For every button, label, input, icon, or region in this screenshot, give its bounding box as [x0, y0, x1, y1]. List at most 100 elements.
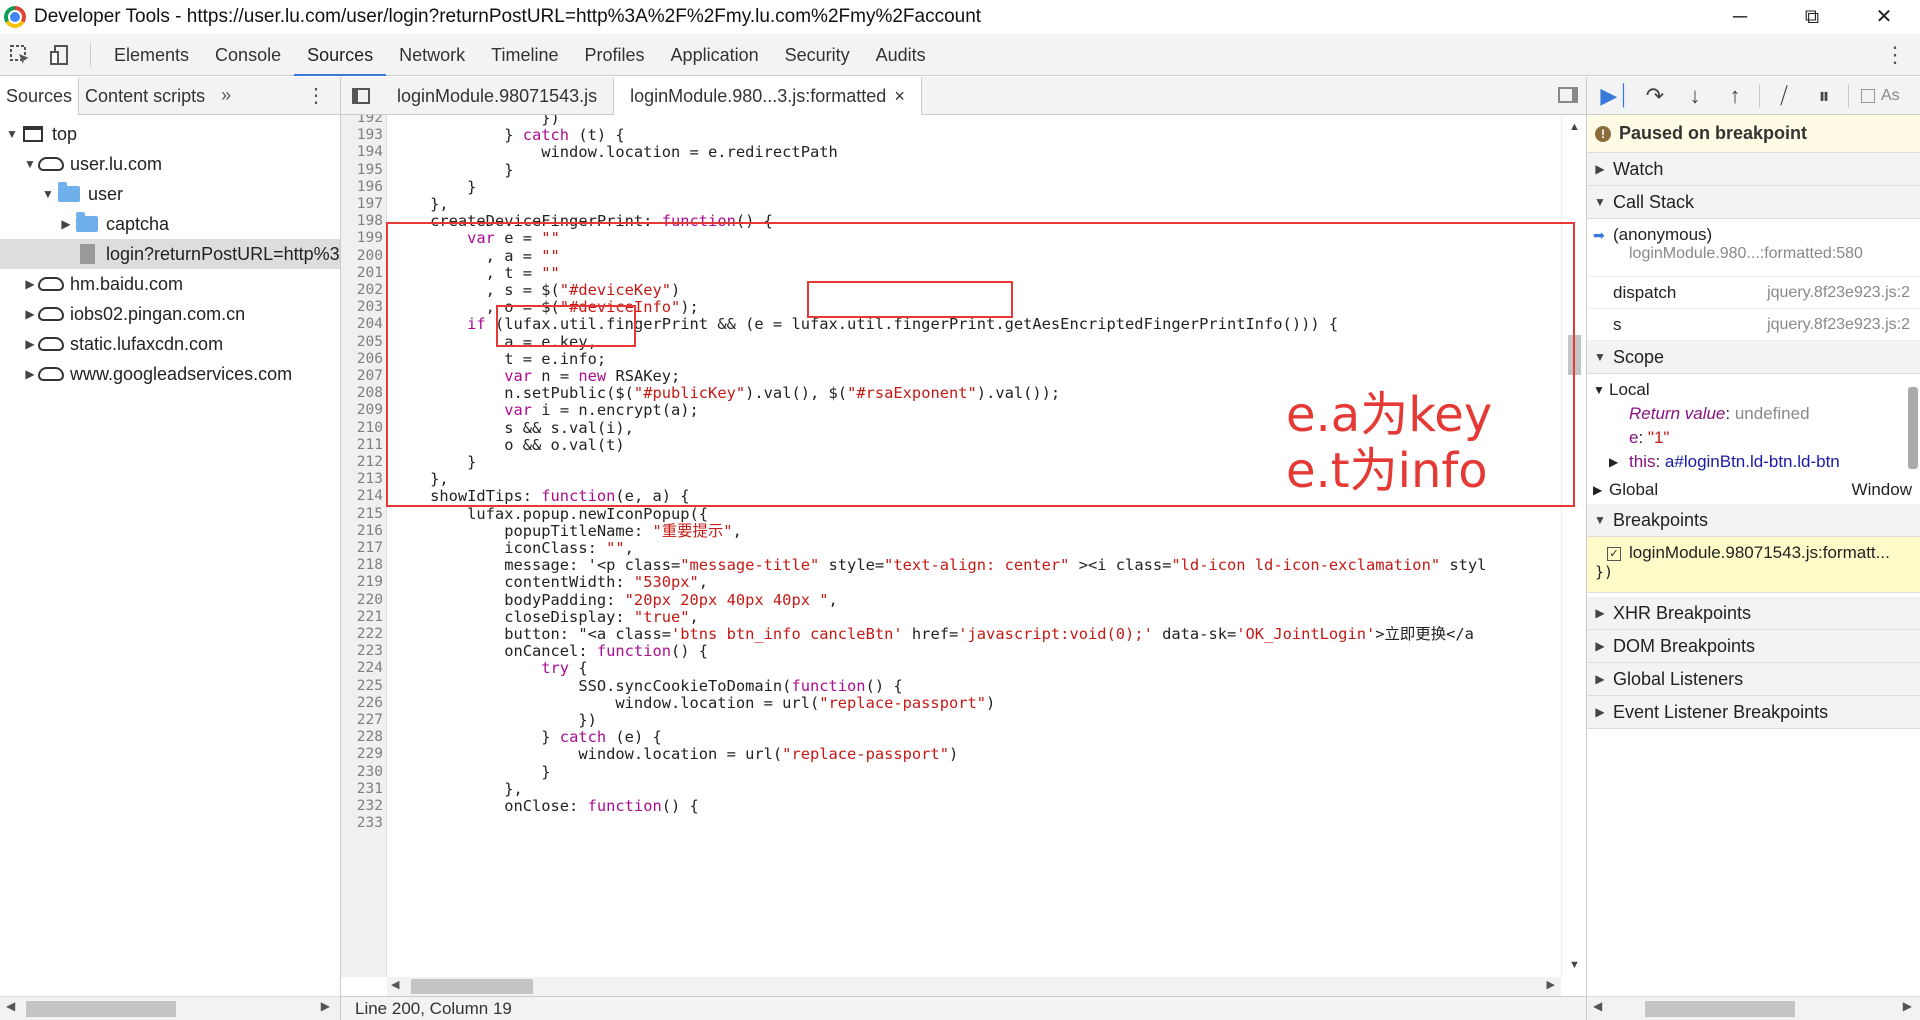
breakpoints-section-header[interactable]: ▼ Breakpoints — [1587, 504, 1920, 537]
scroll-right-icon[interactable]: ▶ — [1903, 999, 1912, 1013]
tree-item[interactable]: ▶ captcha — [0, 209, 340, 239]
tree-item[interactable]: ▶ www.googleadservices.com — [0, 359, 340, 389]
editor-horizontal-scrollbar[interactable]: ◀ ▶ — [387, 977, 1561, 996]
inspect-element-icon[interactable] — [0, 35, 40, 75]
navigator-horizontal-scrollbar[interactable]: ◀ ▶ — [0, 996, 340, 1020]
tree-item-label: hm.baidu.com — [70, 273, 184, 294]
cloud-icon — [38, 157, 64, 171]
watch-section-header[interactable]: ▶ Watch — [1587, 153, 1920, 186]
tab-timeline[interactable]: Timeline — [478, 34, 571, 76]
event-listener-breakpoints-header[interactable]: ▶ Event Listener Breakpoints — [1587, 696, 1920, 729]
scroll-up-icon[interactable]: ▲ — [1569, 121, 1580, 133]
var-separator: : — [1638, 428, 1648, 447]
tree-item[interactable]: ▶ iobs02.pingan.com.cn — [0, 299, 340, 329]
async-checkbox[interactable]: As — [1853, 87, 1900, 105]
scroll-left-icon[interactable]: ◀ — [1593, 999, 1602, 1013]
tree-item[interactable]: ▼ top — [0, 119, 340, 149]
tree-item[interactable]: ▶ hm.baidu.com — [0, 269, 340, 299]
global-listeners-label: Global Listeners — [1613, 668, 1744, 689]
tab-sources[interactable]: Sources — [294, 34, 387, 76]
scroll-right-icon[interactable]: ▶ — [321, 999, 330, 1013]
cloud-icon — [38, 277, 64, 291]
xhr-breakpoints-header[interactable]: ▶ XHR Breakpoints — [1587, 597, 1920, 630]
tree-item[interactable]: ▼ user.lu.com — [0, 149, 340, 179]
tab-application[interactable]: Application — [658, 34, 772, 76]
call-stack-section-header[interactable]: ▼ Call Stack — [1587, 186, 1920, 219]
minimize-icon[interactable]: ─ — [1704, 0, 1776, 34]
tab-security[interactable]: Security — [772, 34, 863, 76]
scroll-left-icon[interactable]: ◀ — [391, 978, 399, 991]
device-mode-icon[interactable] — [40, 35, 80, 75]
scope-section-header[interactable]: ▼ Scope — [1587, 341, 1920, 374]
breakpoint-checkbox[interactable]: ✓ — [1607, 546, 1621, 561]
call-frame-selected[interactable]: ➡ (anonymous) loginModule.980...:formatt… — [1587, 219, 1920, 277]
scope-var-return[interactable]: Return value: undefined — [1593, 402, 1920, 426]
breakpoint-item[interactable]: ✓ loginModule.98071543.js:formatt... }) — [1587, 537, 1920, 593]
scrollbar-thumb[interactable] — [1568, 335, 1581, 375]
call-frame[interactable]: dispatch jquery.8f23e923.js:2 — [1587, 277, 1920, 309]
navigator-menu-icon[interactable]: ⋮ — [306, 83, 326, 108]
scroll-right-icon[interactable]: ▶ — [1547, 978, 1555, 991]
scrollbar-thumb[interactable] — [26, 1001, 176, 1017]
tab-network[interactable]: Network — [386, 34, 478, 76]
step-out-icon[interactable]: ↑ — [1715, 77, 1755, 115]
tab-console[interactable]: Console — [202, 34, 294, 76]
step-into-icon[interactable]: ↓ — [1675, 77, 1715, 115]
tab-audits[interactable]: Audits — [863, 34, 939, 76]
collapsed-triangle-icon[interactable]: ▶ — [22, 337, 38, 351]
navigator-panel: Sources Content scripts » ⋮ ▼ top ▼ user.lu… — [0, 76, 341, 1020]
more-tabs-icon[interactable]: » — [211, 85, 241, 106]
expanded-triangle-icon: ▼ — [1593, 383, 1605, 397]
collapsed-triangle-icon[interactable]: ▶ — [22, 307, 38, 321]
scrollbar-thumb[interactable] — [1645, 1001, 1795, 1017]
maximize-icon[interactable]: ⧉ — [1776, 0, 1848, 34]
scope-local[interactable]: ▼ Local — [1593, 378, 1920, 402]
paused-text: Paused on breakpoint — [1619, 123, 1808, 143]
call-frame[interactable]: s jquery.8f23e923.js:2 — [1587, 309, 1920, 341]
scope-global[interactable]: ▶ Global Window — [1593, 478, 1920, 502]
debugger-horizontal-scrollbar[interactable]: ◀ ▶ — [1587, 996, 1920, 1020]
editor-tab-file[interactable]: loginModule.98071543.js — [381, 76, 615, 115]
toggle-navigator-icon[interactable] — [341, 77, 381, 115]
scope-var-e[interactable]: e: "1" — [1593, 426, 1920, 450]
editor-tab-formatted[interactable]: loginModule.980...3.js:formatted × — [614, 76, 922, 115]
collapsed-triangle-icon[interactable]: ▶ — [58, 217, 74, 231]
scrollbar-thumb[interactable] — [411, 979, 533, 994]
local-label: Local — [1609, 380, 1650, 399]
tree-item[interactable]: ▶ static.lufaxcdn.com — [0, 329, 340, 359]
more-options-icon[interactable]: ⋮ — [1884, 34, 1906, 76]
debugger-sidebar: ▶⏐ ↷ ↓ ↑ ⧸ ⏸ As ! Paused on breakpoint ▶… — [1586, 77, 1920, 1020]
scroll-left-icon[interactable]: ◀ — [6, 999, 15, 1013]
close-tab-icon[interactable]: × — [894, 86, 905, 106]
global-value: Window — [1851, 480, 1912, 499]
step-over-icon[interactable]: ↷ — [1635, 77, 1675, 115]
scroll-down-icon[interactable]: ▼ — [1569, 959, 1580, 971]
tab-profiles[interactable]: Profiles — [572, 34, 658, 76]
deactivate-breakpoints-icon[interactable]: ⧸ — [1764, 77, 1804, 115]
code-view[interactable]: 192 }) 193 } catch (t) {194 window.locati… — [341, 115, 1561, 977]
pause-on-exceptions-icon[interactable]: ⏸ — [1804, 77, 1844, 115]
tree-item[interactable]: login?returnPostURL=http%3 — [0, 239, 340, 269]
expanded-triangle-icon[interactable]: ▼ — [40, 187, 56, 201]
tab-sources[interactable]: Sources — [0, 76, 80, 115]
dom-breakpoints-header[interactable]: ▶ DOM Breakpoints — [1587, 630, 1920, 663]
expanded-triangle-icon: ▼ — [1594, 195, 1606, 209]
tab-content-scripts[interactable]: Content scripts — [79, 77, 211, 115]
line-number[interactable]: 233 — [341, 813, 383, 834]
global-listeners-header[interactable]: ▶ Global Listeners — [1587, 663, 1920, 696]
info-icon: ! — [1595, 125, 1611, 142]
xhr-breakpoints-label: XHR Breakpoints — [1613, 602, 1752, 623]
editor-status-bar: Line 200, Column 19 — [341, 996, 1586, 1020]
debugger-scrollbar-thumb[interactable] — [1908, 387, 1918, 469]
collapsed-triangle-icon[interactable]: ▶ — [22, 277, 38, 291]
collapsed-triangle-icon[interactable]: ▶ — [22, 367, 38, 381]
tab-elements[interactable]: Elements — [101, 34, 202, 76]
tree-item[interactable]: ▼ user — [0, 179, 340, 209]
scope-var-this[interactable]: ▶ this: a#loginBtn.ld-btn.ld-btn — [1593, 450, 1920, 474]
toggle-debugger-icon[interactable] — [1558, 87, 1578, 103]
expanded-triangle-icon[interactable]: ▼ — [22, 157, 38, 171]
resume-icon[interactable]: ▶⏐ — [1595, 77, 1635, 115]
editor-vertical-scrollbar[interactable]: ▲ ▼ — [1561, 115, 1586, 977]
expanded-triangle-icon[interactable]: ▼ — [4, 127, 20, 141]
close-icon[interactable]: ✕ — [1848, 0, 1920, 34]
